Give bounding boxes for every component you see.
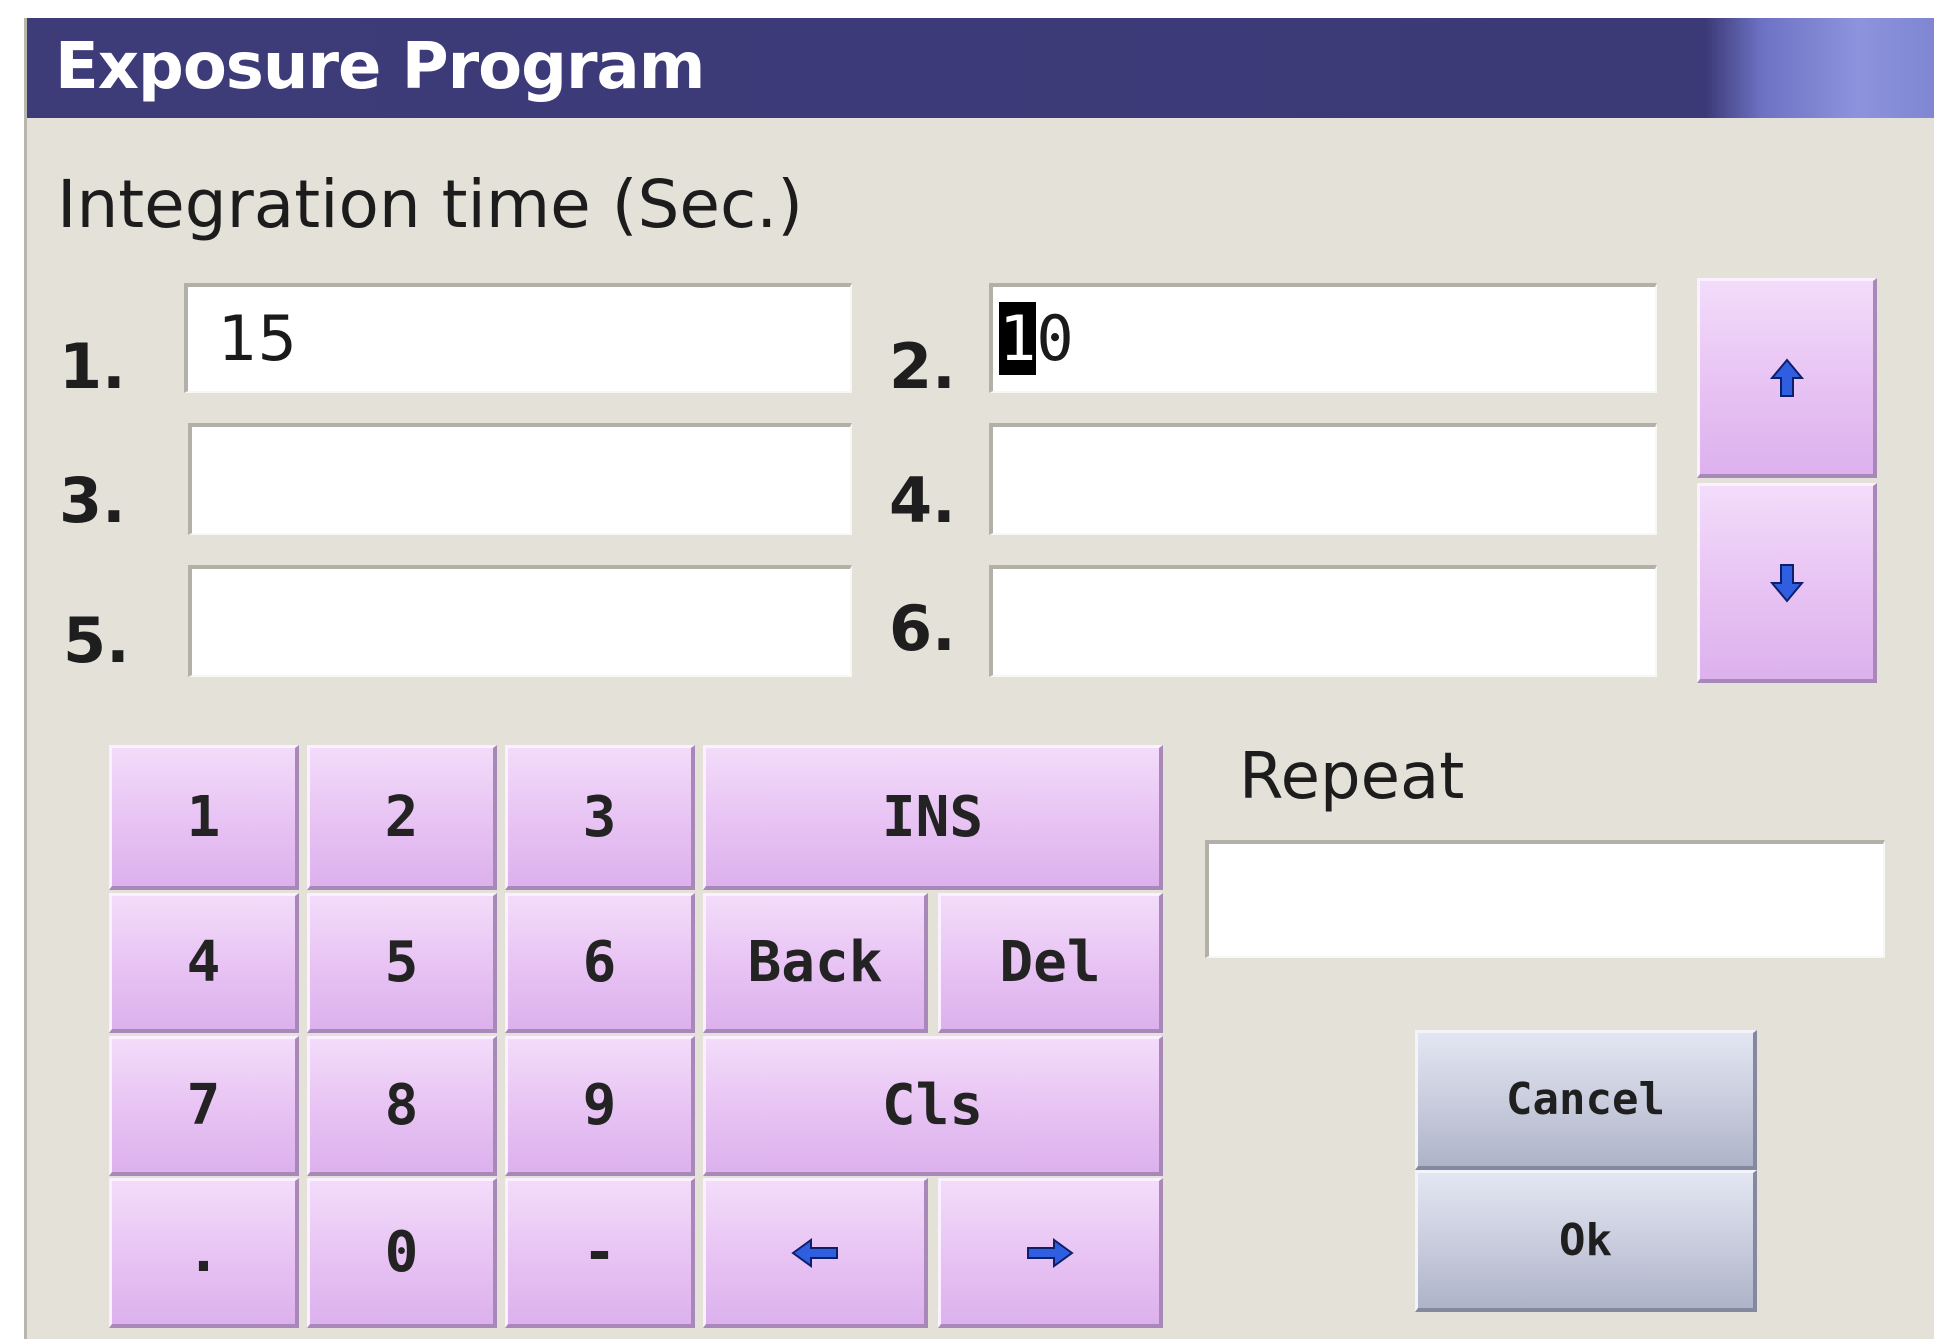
key-0-button[interactable]: 0 <box>307 1178 497 1328</box>
arrow-up-icon <box>1769 357 1804 398</box>
scroll-up-button[interactable] <box>1697 278 1877 478</box>
arrow-left-icon <box>791 1237 839 1268</box>
integration-time-label: Integration time (Sec.) <box>57 166 804 243</box>
exposure-program-dialog: Exposure Program Integration time (Sec.)… <box>24 18 1934 1339</box>
delete-button[interactable]: Del <box>938 893 1163 1033</box>
window-title: Exposure Program <box>55 30 705 104</box>
ok-button[interactable]: Ok <box>1415 1170 1757 1312</box>
key-9-button[interactable]: 9 <box>505 1036 695 1176</box>
cancel-button[interactable]: Cancel <box>1415 1030 1757 1170</box>
integration-time-field-3[interactable] <box>188 423 852 535</box>
key-4-button[interactable]: 4 <box>109 893 299 1033</box>
key-3-button[interactable]: 3 <box>505 745 695 890</box>
text-cursor: 1 <box>999 302 1037 375</box>
integration-time-field-6[interactable] <box>989 565 1657 677</box>
integration-time-field-4[interactable] <box>989 423 1657 535</box>
cursor-left-button[interactable] <box>703 1178 928 1328</box>
arrow-down-icon <box>1769 563 1804 603</box>
integration-time-field-1[interactable]: 15 <box>184 283 852 393</box>
field-4-label: 4. <box>889 464 956 537</box>
key-5-button[interactable]: 5 <box>307 893 497 1033</box>
key-7-button[interactable]: 7 <box>109 1036 299 1176</box>
backspace-button[interactable]: Back <box>703 893 928 1033</box>
key-2-button[interactable]: 2 <box>307 745 497 890</box>
field-6-label: 6. <box>889 592 956 665</box>
key-8-button[interactable]: 8 <box>307 1036 497 1176</box>
field-2-label: 2. <box>889 330 956 403</box>
field-5-label: 5. <box>63 604 130 677</box>
key-dot-button[interactable]: . <box>109 1178 299 1328</box>
repeat-label: Repeat <box>1239 740 1465 814</box>
field-2-value: 0 <box>1036 302 1074 375</box>
cursor-right-button[interactable] <box>938 1178 1163 1328</box>
key-minus-button[interactable]: - <box>505 1178 695 1328</box>
repeat-field[interactable] <box>1205 840 1885 958</box>
scroll-down-button[interactable] <box>1697 483 1877 683</box>
field-1-value: 15 <box>218 302 297 375</box>
integration-time-field-2[interactable]: 10 <box>989 283 1657 393</box>
arrow-right-icon <box>1026 1237 1074 1268</box>
title-bar: Exposure Program <box>27 18 1934 118</box>
clear-button[interactable]: Cls <box>703 1036 1163 1176</box>
field-3-label: 3. <box>59 464 126 537</box>
key-1-button[interactable]: 1 <box>109 745 299 890</box>
key-6-button[interactable]: 6 <box>505 893 695 1033</box>
integration-time-field-5[interactable] <box>188 565 852 677</box>
field-1-label: 1. <box>59 330 126 403</box>
insert-button[interactable]: INS <box>703 745 1163 890</box>
